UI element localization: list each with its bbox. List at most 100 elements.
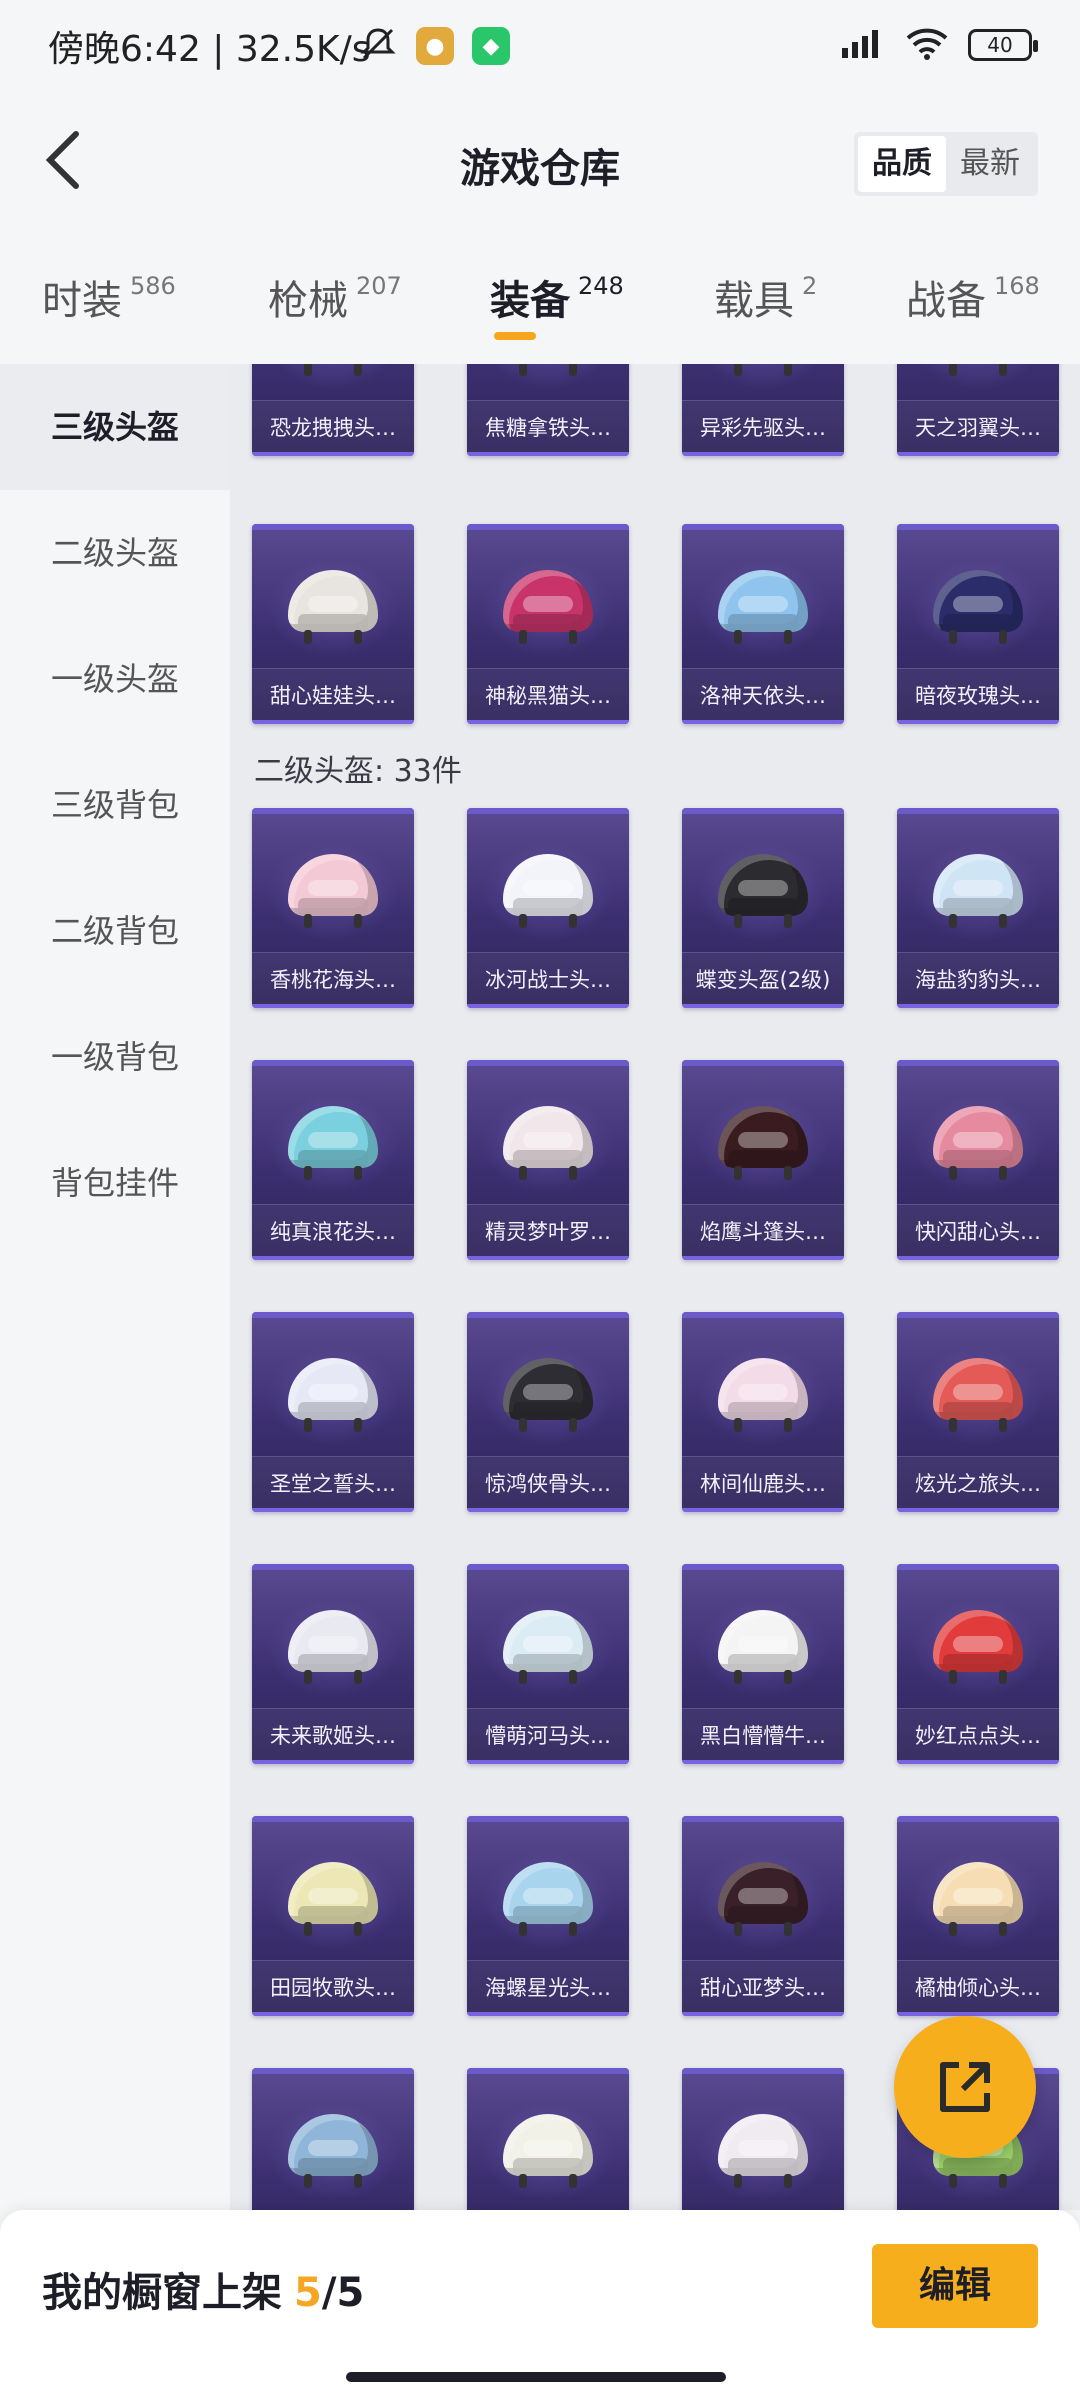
sidebar-item-level2-helmet[interactable]: 二级头盔 bbox=[0, 490, 230, 616]
item-name: 精灵梦叶罗… bbox=[485, 1220, 611, 1244]
showcase-status: 我的橱窗上架 5 /5 bbox=[42, 2260, 364, 2318]
tab-label: 时装 bbox=[42, 278, 122, 324]
sidebar-item-backpack-charm[interactable]: 背包挂件 bbox=[0, 1120, 230, 1246]
sidebar-item-level1-helmet[interactable]: 一级头盔 bbox=[0, 616, 230, 742]
helmet-item-card[interactable]: 甜心亚梦头… bbox=[682, 1816, 844, 2016]
helmet-item-card[interactable]: 精灵梦叶罗… bbox=[467, 1060, 629, 1260]
helmet-item-card[interactable]: 蝶变头盔(2级) bbox=[682, 808, 844, 1008]
card-bottom-border bbox=[682, 1256, 844, 1260]
helmet-icon bbox=[933, 1604, 1023, 1684]
helmet-item-card[interactable]: 橘柚倾心头… bbox=[897, 1816, 1059, 2016]
card-top-border bbox=[252, 2068, 414, 2074]
helmet-item-card[interactable]: 田园牧歌头… bbox=[252, 1816, 414, 2016]
helmet-item-card[interactable]: 圣堂之誓头… bbox=[252, 1312, 414, 1512]
helmet-item-card[interactable]: 林间仙鹿头… bbox=[682, 1312, 844, 1512]
card-bottom-border bbox=[897, 2012, 1059, 2016]
helmet-item-card[interactable]: 纯真浪花头… bbox=[252, 1060, 414, 1260]
helmet-item-card[interactable]: 妙红点点头… bbox=[897, 1564, 1059, 1764]
helmet-item-card[interactable]: 懵萌河马头… bbox=[467, 1564, 629, 1764]
helmet-item-card[interactable]: 快闪甜心头… bbox=[897, 1060, 1059, 1260]
helmet-item-card[interactable] bbox=[682, 2068, 844, 2210]
sidebar-item-level3-helmet[interactable]: 三级头盔 bbox=[0, 364, 230, 490]
helmet-item-card[interactable]: 黑白懵懵牛… bbox=[682, 1564, 844, 1764]
helmet-item-card[interactable] bbox=[467, 2068, 629, 2210]
item-name: 海螺星光头… bbox=[485, 1976, 611, 2000]
card-bottom-border bbox=[467, 1256, 629, 1260]
helmet-item-card[interactable]: 冰河战士头… bbox=[467, 808, 629, 1008]
item-name: 妙红点点头… bbox=[915, 1724, 1041, 1748]
item-name: 未来歌姬头… bbox=[270, 1724, 396, 1748]
card-bottom-border bbox=[897, 1508, 1059, 1512]
header: 游戏仓库 品质 最新 bbox=[0, 92, 1080, 232]
helmet-item-card[interactable]: 惊鸿侠骨头… bbox=[467, 1312, 629, 1512]
helmet-icon bbox=[288, 1604, 378, 1684]
helmet-item-card[interactable]: 暗夜玫瑰头… bbox=[897, 524, 1059, 724]
tab-supplies[interactable]: 战备 168 bbox=[906, 268, 1040, 326]
item-name: 焰鹰斗篷头… bbox=[700, 1220, 826, 1244]
share-button[interactable] bbox=[894, 2016, 1036, 2158]
card-top-border bbox=[252, 808, 414, 814]
tab-weapons[interactable]: 枪械 207 bbox=[268, 268, 402, 326]
card-top-border bbox=[897, 808, 1059, 814]
sidebar-item-level2-backpack[interactable]: 二级背包 bbox=[0, 868, 230, 994]
sidebar-item-level3-backpack[interactable]: 三级背包 bbox=[0, 742, 230, 868]
item-name: 甜心亚梦头… bbox=[700, 1976, 826, 2000]
tab-vehicles[interactable]: 载具 2 bbox=[714, 268, 817, 326]
card-bottom-border bbox=[467, 720, 629, 724]
helmet-item-card[interactable]: 海螺星光头… bbox=[467, 1816, 629, 2016]
sort-toggle[interactable]: 品质 最新 bbox=[854, 132, 1038, 196]
tab-count: 2 bbox=[802, 272, 818, 300]
shield-app-icon: ◆ bbox=[472, 27, 510, 65]
card-top-border bbox=[252, 1312, 414, 1318]
tab-label: 装备 bbox=[490, 278, 570, 324]
helmet-item-card[interactable] bbox=[252, 2068, 414, 2210]
status-icons-left: ● ◆ bbox=[358, 24, 510, 68]
tab-equipment[interactable]: 装备 248 bbox=[490, 268, 624, 326]
helmet-item-card[interactable]: 炫光之旅头… bbox=[897, 1312, 1059, 1512]
item-name: 蝶变头盔(2级) bbox=[695, 968, 831, 992]
helmet-item-card[interactable]: 天之羽翼头… bbox=[897, 364, 1059, 456]
helmet-item-card[interactable]: 海盐豹豹头… bbox=[897, 808, 1059, 1008]
helmet-item-card[interactable]: 焰鹰斗篷头… bbox=[682, 1060, 844, 1260]
card-bottom-border bbox=[682, 452, 844, 456]
card-top-border bbox=[682, 808, 844, 814]
card-bottom-border bbox=[682, 2012, 844, 2016]
home-indicator[interactable] bbox=[346, 2372, 726, 2382]
helmet-icon bbox=[718, 848, 808, 928]
helmet-item-card[interactable]: 神秘黑猫头… bbox=[467, 524, 629, 724]
helmet-item-card[interactable]: 恐龙拽拽头… bbox=[252, 364, 414, 456]
edit-button[interactable]: 编辑 bbox=[872, 2244, 1038, 2328]
item-name: 冰河战士头… bbox=[485, 968, 611, 992]
card-top-border bbox=[682, 1816, 844, 1822]
helmet-item-card[interactable]: 焦糖拿铁头… bbox=[467, 364, 629, 456]
card-top-border bbox=[467, 1564, 629, 1570]
sort-newest-option[interactable]: 最新 bbox=[946, 136, 1034, 192]
status-bar: 傍晚6:42 | 32.5K/s ● ◆ 40 bbox=[0, 0, 1080, 92]
item-name: 焦糖拿铁头… bbox=[485, 416, 611, 440]
helmet-item-card[interactable]: 香桃花海头… bbox=[252, 808, 414, 1008]
mute-icon bbox=[358, 24, 398, 68]
helmet-icon bbox=[288, 364, 378, 376]
card-top-border bbox=[467, 1060, 629, 1066]
card-top-border bbox=[682, 1564, 844, 1570]
showcase-total-count: /5 bbox=[321, 2270, 365, 2316]
tab-count: 168 bbox=[994, 272, 1040, 300]
tab-count: 586 bbox=[130, 272, 176, 300]
tab-count: 248 bbox=[578, 272, 624, 300]
item-name: 恐龙拽拽头… bbox=[270, 416, 396, 440]
helmet-item-card[interactable]: 洛神天依头… bbox=[682, 524, 844, 724]
card-bottom-border bbox=[252, 1256, 414, 1260]
helmet-item-card[interactable]: 未来歌姬头… bbox=[252, 1564, 414, 1764]
helmet-icon bbox=[288, 1100, 378, 1180]
helmet-icon bbox=[718, 1856, 808, 1936]
helmet-icon bbox=[288, 1856, 378, 1936]
card-bottom-border bbox=[682, 1004, 844, 1008]
helmet-item-card[interactable]: 异彩先驱头… bbox=[682, 364, 844, 456]
sort-quality-option[interactable]: 品质 bbox=[858, 136, 946, 192]
card-bottom-border bbox=[467, 452, 629, 456]
helmet-item-card[interactable]: 甜心娃娃头… bbox=[252, 524, 414, 724]
helmet-icon bbox=[933, 564, 1023, 644]
item-name: 纯真浪花头… bbox=[270, 1220, 396, 1244]
tab-fashion[interactable]: 时装 586 bbox=[42, 268, 176, 326]
sidebar-item-level1-backpack[interactable]: 一级背包 bbox=[0, 994, 230, 1120]
